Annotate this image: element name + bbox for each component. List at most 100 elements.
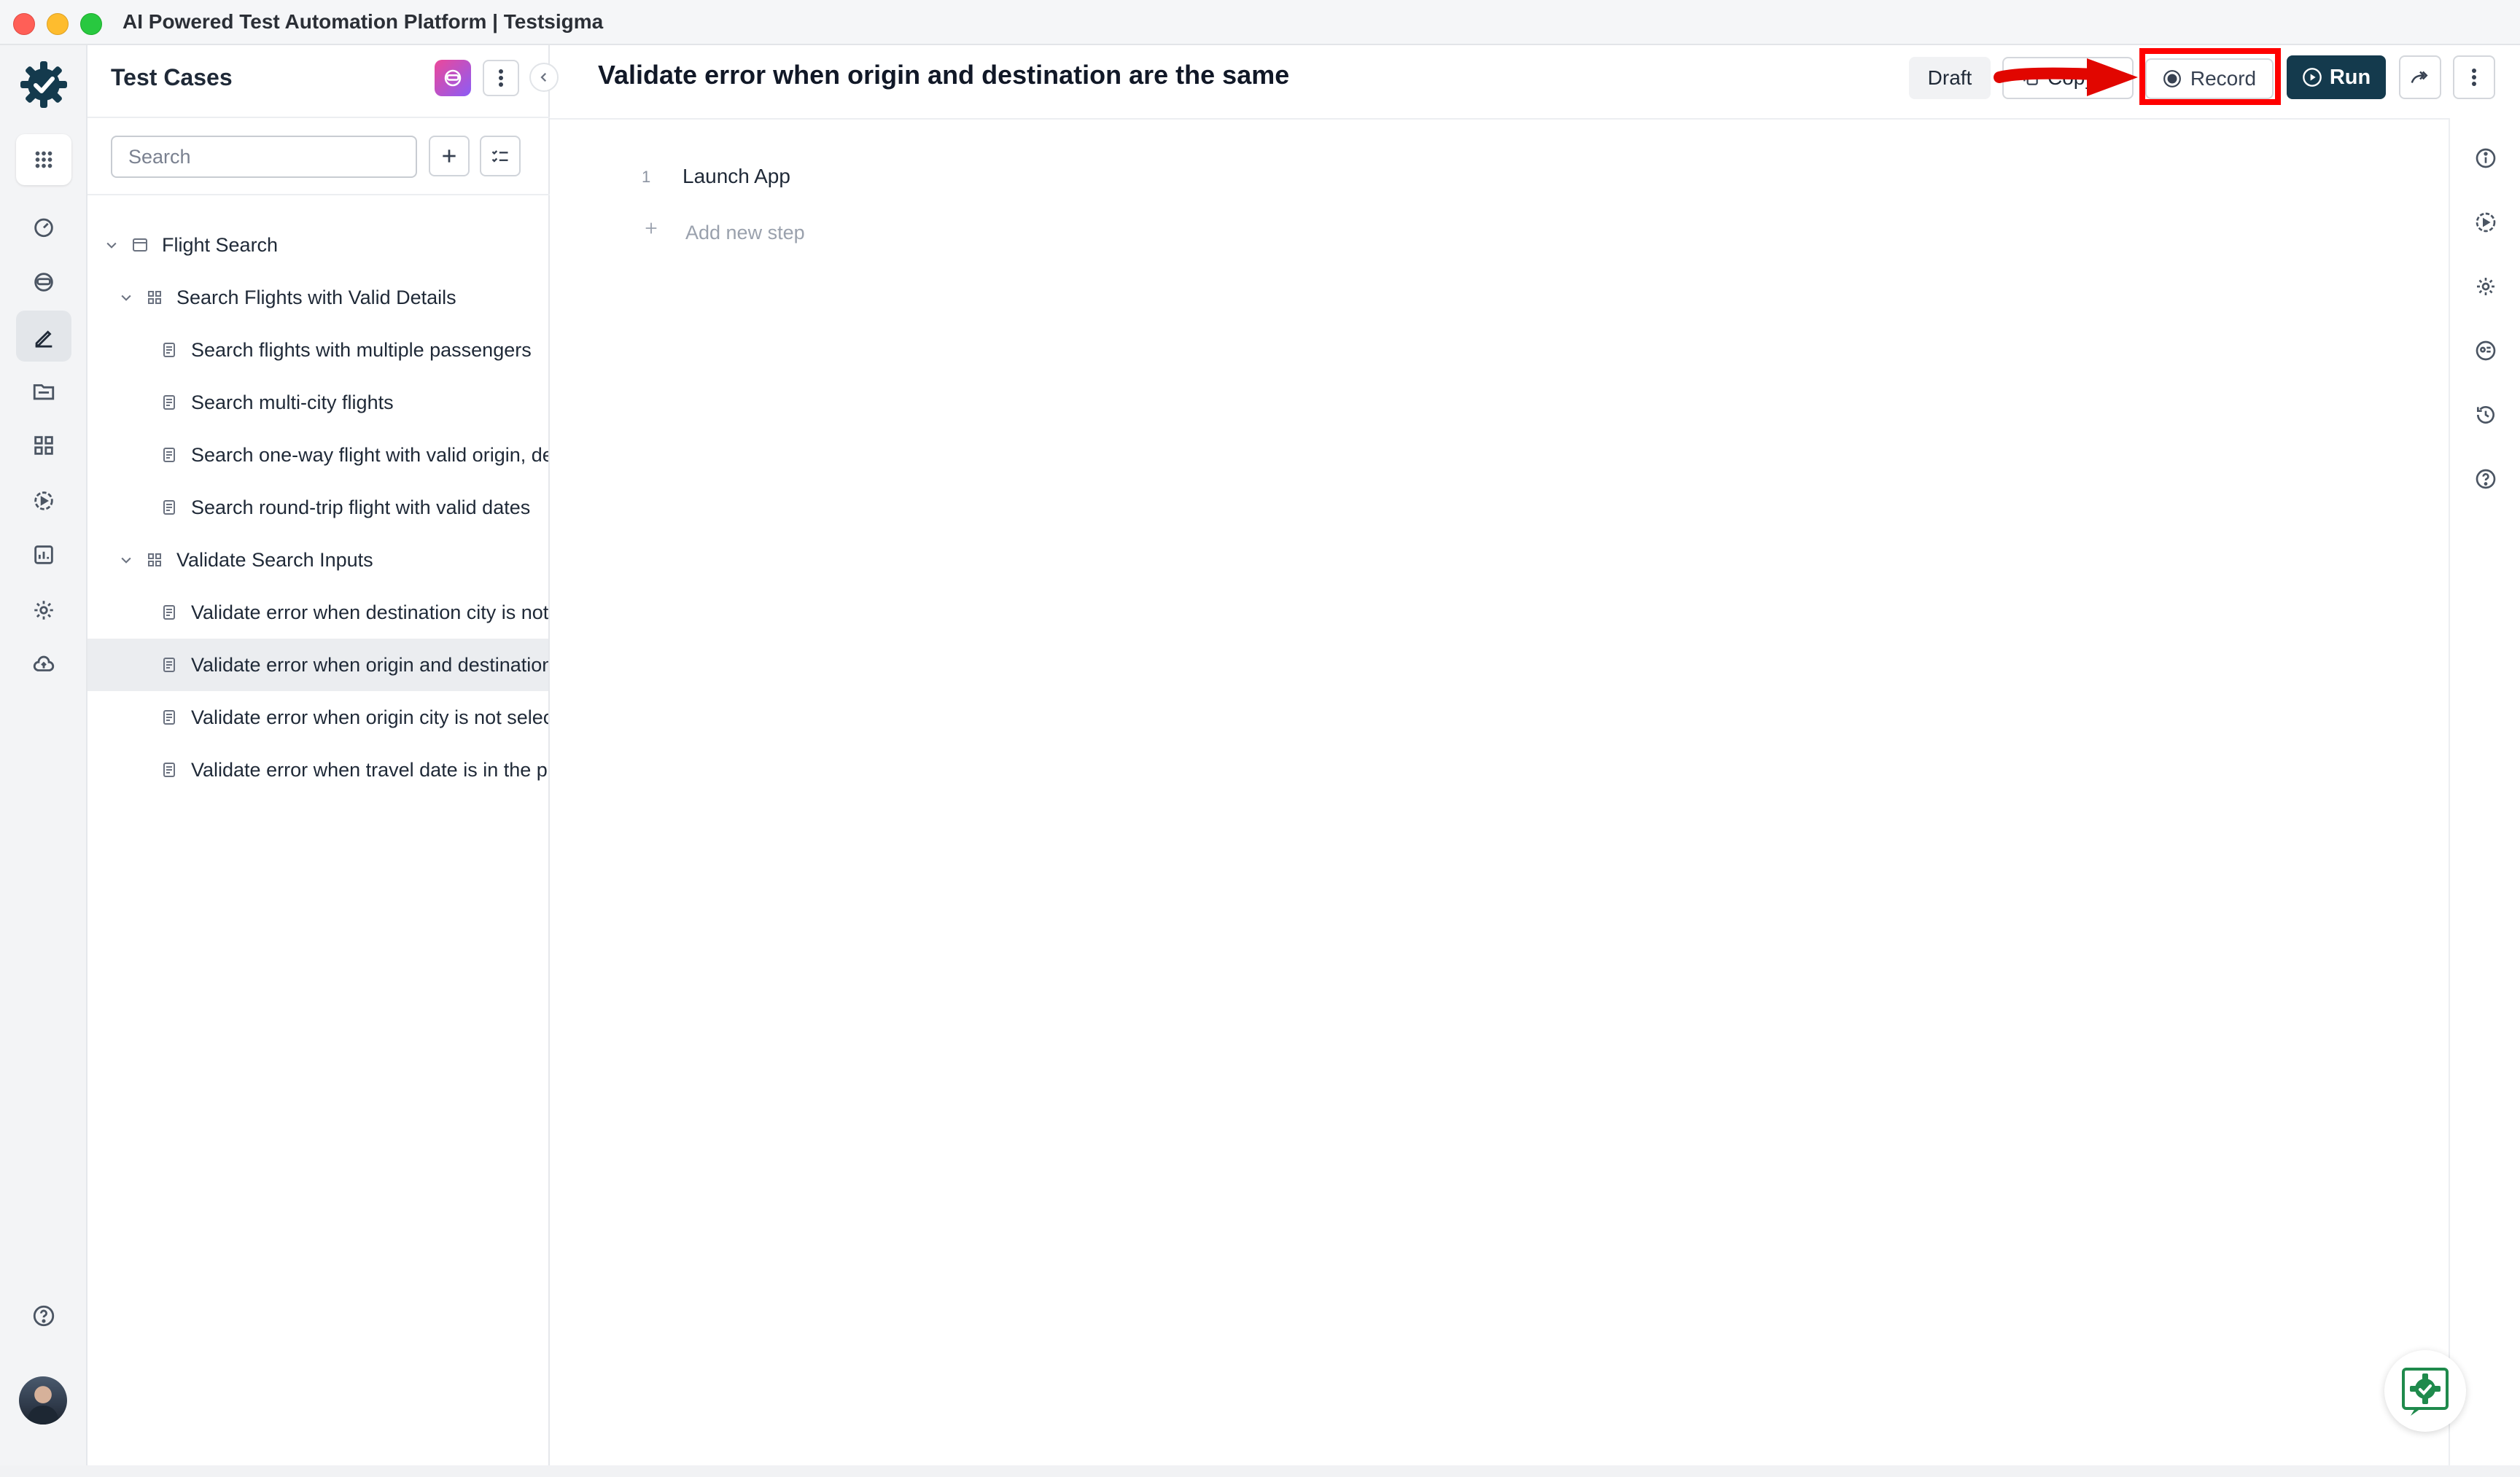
tree-test-case[interactable]: Search multi-city flights [88,376,548,429]
history-button[interactable] [2473,402,2498,427]
info-button[interactable] [2473,146,2498,171]
tree-node-label: Search flights with multiple passengers [191,338,532,361]
apps-grid-button[interactable] [16,134,71,185]
rail-cloud-button[interactable] [16,639,71,690]
tree-node-label: Validate Search Inputs [176,548,373,571]
tree-test-case[interactable]: Validate error when travel date is in th… [88,744,548,796]
tree-node-label: Search Flights with Valid Details [176,286,456,308]
runs-button[interactable] [2473,210,2498,235]
test-data-button[interactable] [2473,338,2498,363]
help-button[interactable] [2473,467,2498,491]
tree-group-validate-search-inputs[interactable]: Validate Search Inputs [88,534,548,586]
add-step-plus-icon[interactable] [642,219,661,238]
tree-test-case-selected[interactable]: Validate error when origin and destinati… [88,639,548,691]
add-new-step-input[interactable]: Add new step [685,222,805,244]
window-titlebar: AI Powered Test Automation Platform | Te… [0,0,2520,45]
help-icon [33,1305,55,1327]
kebab-icon [2472,69,2476,86]
test-data-icon [2476,340,2496,361]
chevron-down-icon[interactable] [117,288,136,307]
user-avatar[interactable] [19,1376,67,1425]
document-icon [159,602,179,623]
rail-test-cases-button[interactable] [16,311,71,362]
left-rail [0,45,88,1477]
tree-test-case[interactable]: Search one-way flight with valid origin,… [88,429,548,481]
cloud-icon [33,655,55,671]
tree-node-label: Validate error when origin city is not s… [191,706,548,728]
minimize-window-button[interactable] [47,13,69,35]
tree-node-label: Validate error when travel date is in th… [191,758,548,781]
tree-test-case[interactable]: Validate error when destination city is … [88,586,548,639]
chevron-left-icon [540,72,547,82]
group-icon [144,550,165,570]
rail-folder-button[interactable] [16,366,71,417]
document-icon [159,655,179,675]
run-button[interactable]: Run [2287,55,2386,99]
rail-settings-button[interactable] [16,585,71,636]
tree-test-case[interactable]: Search flights with multiple passengers [88,324,548,376]
bulk-select-button[interactable] [480,136,521,176]
share-arrow-icon [2411,71,2428,83]
document-icon [159,340,179,360]
folder-icon [33,384,55,400]
plus-icon [443,149,456,163]
rail-dashboard-button[interactable] [16,201,71,252]
help-icon [2476,469,2496,489]
assistant-chat-button[interactable] [2384,1350,2466,1432]
test-case-title[interactable]: Validate error when origin and destinati… [598,60,1289,90]
tree-test-case[interactable]: Validate error when origin city is not s… [88,691,548,744]
tree-folder-flight-search[interactable]: Flight Search [88,219,548,271]
divider [88,194,550,195]
checklist-icon [491,150,508,163]
reports-icon [34,545,53,564]
step-text[interactable]: Launch App [682,165,790,188]
run-icon [2476,212,2496,233]
document-icon [159,760,179,780]
panel-more-button[interactable] [483,60,519,96]
rail-ai-agent-button[interactable] [16,257,71,308]
annotation-highlight-box [2139,48,2281,105]
rail-help-button[interactable] [16,1290,71,1341]
close-window-button[interactable] [13,13,35,35]
group-icon [144,287,165,308]
tree-group-search-flights[interactable]: Search Flights with Valid Details [88,271,548,324]
panel-title: Test Cases [111,64,233,90]
zoom-window-button[interactable] [80,13,102,35]
document-icon [159,707,179,728]
chevron-down-icon[interactable] [102,235,121,254]
chevron-down-icon[interactable] [117,550,136,569]
play-circle-icon [2302,68,2322,87]
window-title: AI Powered Test Automation Platform | Te… [122,10,604,33]
search-input[interactable] [111,136,417,178]
collapse-panel-button[interactable] [529,63,559,92]
document-icon [159,445,179,465]
share-button[interactable] [2399,55,2441,99]
tree-node-label: Flight Search [162,233,279,256]
step-number: 1 [642,168,651,186]
tree-node-label: Validate error when origin and destinati… [191,653,548,676]
more-options-button[interactable] [2453,55,2495,99]
chatbot-icon [2402,1368,2449,1416]
ai-agent-icon [34,273,53,292]
tree-node-label: Search round-trip flight with valid date… [191,496,531,518]
apps-grid-icon [35,151,52,168]
tree-node-label: Search multi-city flights [191,391,394,413]
settings-button[interactable] [2473,274,2498,299]
run-label: Run [2329,65,2371,89]
run-icon [34,491,53,510]
status-badge[interactable]: Draft [1909,57,1991,99]
tree-test-case[interactable]: Search round-trip flight with valid date… [88,481,548,534]
divider [88,117,550,118]
modules-icon [34,436,53,455]
rail-modules-button[interactable] [16,420,71,471]
testsigma-logo-icon[interactable] [18,58,70,111]
rail-run-button[interactable] [16,475,71,526]
rail-reports-button[interactable] [16,529,71,580]
tree-node-label: Validate error when destination city is … [191,601,548,623]
dashboard-icon [34,218,53,238]
add-test-case-button[interactable] [429,136,470,176]
folder-icon [130,235,150,255]
tree-node-label: Search one-way flight with valid origin,… [191,443,548,466]
settings-icon [2477,278,2494,295]
ai-assistant-button[interactable] [435,60,471,96]
